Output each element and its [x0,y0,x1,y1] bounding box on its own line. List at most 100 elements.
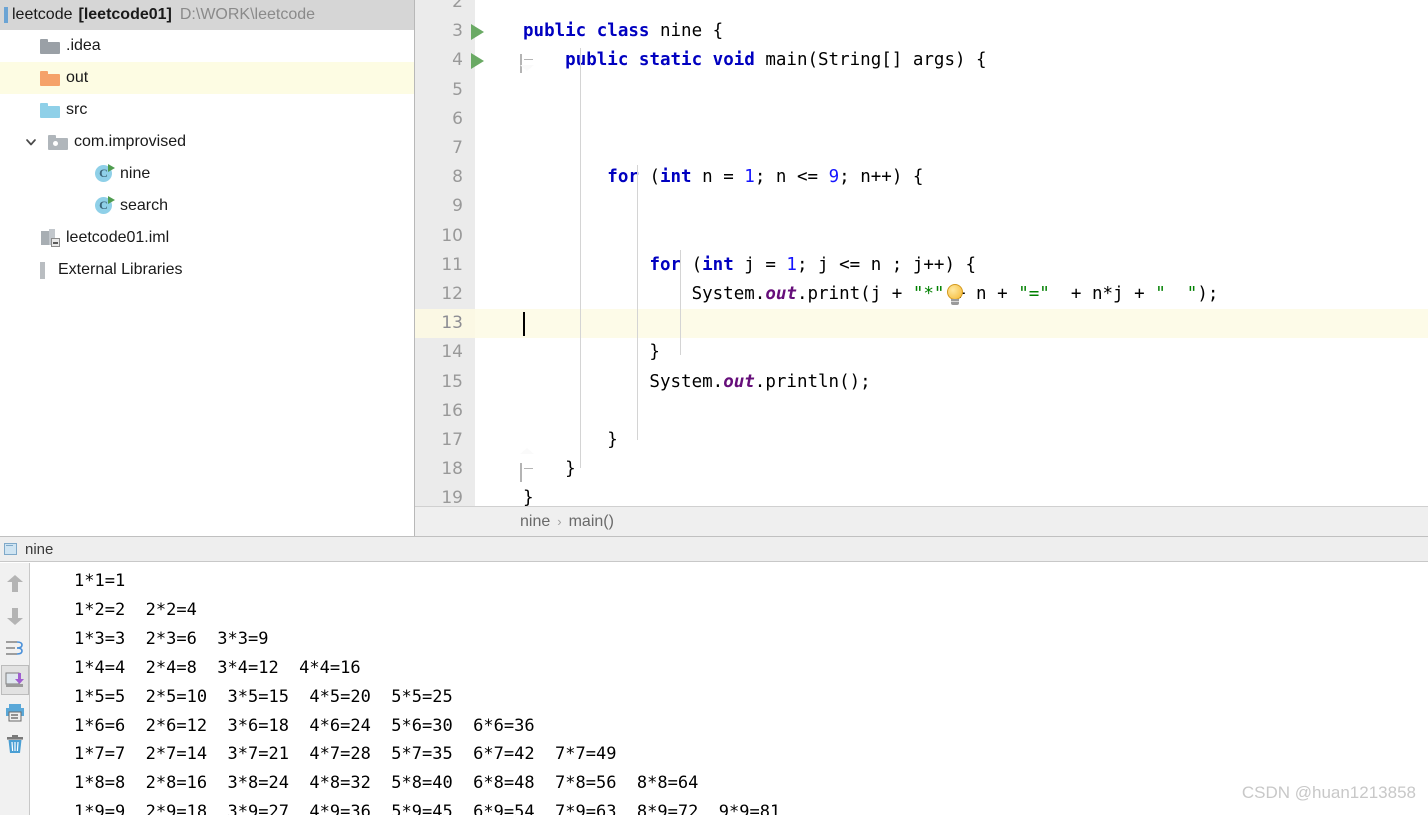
editor-line-16[interactable]: 16 [415,397,1428,426]
intention-bulb-icon[interactable] [945,283,965,306]
editor-line-4[interactable]: 4 public static void main(String[] args)… [415,46,1428,75]
project-tree[interactable]: .idea out src com.improvised Cnine Csearch lee… [0,30,414,286]
editor-line-5[interactable]: 5 [415,76,1428,105]
console-output-line: 1*6=6 2*6=12 3*6=18 4*6=24 5*6=30 6*6=36 [74,715,556,736]
code-token: int [702,254,734,275]
run-tool-window: nine 1*1=1 1*2=2 2*2=4 1*3=3 2*3=6 3*3=9… [0,536,1428,815]
line-number: 5 [452,79,463,100]
run-tab-label[interactable]: nine [25,541,53,558]
editor-line-11[interactable]: 11 for (int j = 1; j <= n ; j++) { [415,251,1428,280]
folder-package-icon [48,134,68,150]
code-token: 9 [828,167,840,188]
console-output-line: 1*5=5 2*5=10 3*5=15 4*5=20 5*5=25 [74,686,474,707]
line-code: for (int n = 1; n <= 9; n++) { [523,163,923,192]
editor-line-7[interactable]: 7 [415,134,1428,163]
editor-line-15[interactable]: 15 System.out.println(); [415,368,1428,397]
run-gutter-icon[interactable] [471,23,484,40]
console-output-line: 1*8=8 2*8=16 3*8=24 4*8=32 5*8=40 6*8=48… [74,773,719,794]
code-token: System. [523,284,766,304]
line-number: 11 [441,254,463,275]
code-fold-marker[interactable] [520,462,535,482]
code-token: main(String[] args) { [765,50,987,71]
code-fold-marker[interactable] [520,53,535,73]
line-number: 16 [441,400,463,421]
tree-item-com-improvised[interactable]: com.improvised [0,126,414,158]
tree-item-search[interactable]: Csearch [0,190,414,222]
soft-wrap-button[interactable] [1,633,29,663]
clear-all-button[interactable] [1,729,29,759]
tree-item-label: nine [120,165,151,182]
console-output-line: 1*9=9 2*9=18 3*9=27 4*9=36 5*9=45 6*9=54… [74,802,801,815]
tree-item-label: leetcode01.iml [66,229,170,246]
indent-guide [637,165,638,440]
project-accent-bar [4,7,8,23]
editor-line-6[interactable]: 6 [415,105,1428,134]
console-toolbar[interactable] [0,563,30,815]
editor-line-10[interactable]: 10 [415,222,1428,251]
tree-item-label: src [66,101,88,118]
code-token: "*" [912,284,945,304]
code-token: + n*j + [1049,284,1156,304]
run-gutter-icon[interactable] [471,52,484,69]
editor-line-12[interactable]: 12 System.out.print(j + "*" + n + "=" + … [415,280,1428,309]
breadcrumb-method[interactable]: main() [569,513,614,531]
code-token: j = [733,254,787,275]
code-token: nine { [659,21,724,42]
run-tab-bar[interactable]: nine [0,536,1428,562]
folder-blue-icon [40,102,60,118]
tree-item--idea[interactable]: .idea [0,30,414,62]
scroll-up-button[interactable] [1,569,29,599]
code-token: } [523,342,660,363]
tree-item-icon [36,229,64,247]
iml-file-icon [40,229,60,247]
scroll-down-button[interactable] [1,601,29,631]
editor-line-2[interactable]: 2 [415,0,1428,17]
editor-line-3[interactable]: 3 public class nine { [415,17,1428,46]
editor-line-13[interactable]: 13 [415,309,1428,339]
tree-item-icon [44,134,72,150]
editor-line-19[interactable]: 19} [415,484,1428,506]
console-output-line: 1*7=7 2*7=14 3*7=21 4*7=28 5*7=35 6*7=42… [74,744,637,765]
tree-item-nine[interactable]: Cnine [0,158,414,190]
scroll-to-end-button[interactable] [0,665,29,695]
tree-item-external-libraries[interactable]: External Libraries [0,254,414,286]
tree-item-src[interactable]: src [0,94,414,126]
tree-item-icon: C [90,164,118,184]
code-area[interactable]: 2 3 public class nine {4 public static voi… [415,0,1428,506]
editor-body[interactable]: 2 3 public class nine {4 public static voi… [415,0,1428,506]
line-number: 3 [452,21,463,42]
breadcrumb-class[interactable]: nine [520,513,550,531]
line-number: 12 [441,284,463,304]
tree-item-out[interactable]: out [0,62,414,94]
tree-item-label: External Libraries [58,261,183,278]
line-code: for (int j = 1; j <= n ; j++) { [523,251,976,280]
code-token: ( [681,254,703,275]
project-module-name: [leetcode01] [78,6,172,23]
breadcrumb[interactable]: nine › main() [415,506,1428,536]
editor-line-18[interactable]: 18 } [415,455,1428,484]
code-token: ; j <= n ; j++) { [796,254,977,275]
editor-line-9[interactable]: 9 [415,192,1428,221]
editor-line-8[interactable]: 8 for (int n = 1; n <= 9; n++) { [415,163,1428,192]
console-output-line: 1*1=1 [74,571,146,591]
tree-item-leetcode01-iml[interactable]: leetcode01.iml [0,222,414,254]
project-tool-window[interactable]: leetcode [leetcode01] D:\WORK\leetcode .… [0,0,415,536]
console-output[interactable]: 1*1=1 1*2=2 2*2=4 1*3=3 2*3=6 3*3=9 1*4=… [30,563,1428,815]
code-token: .print(j + [796,284,913,304]
folder-gray-icon [40,38,60,54]
editor-line-14[interactable]: 14 } [415,338,1428,367]
trash-icon [6,735,23,753]
indent-guide [580,48,581,468]
code-editor[interactable]: 2 3 public class nine {4 public static voi… [415,0,1428,536]
indent-guide [680,250,681,355]
print-button[interactable] [1,697,29,727]
line-number: 2 [452,0,463,12]
chevron-down-icon[interactable] [18,135,44,149]
line-code: } [523,484,534,506]
line-number: 9 [452,196,463,217]
console-body: 1*1=1 1*2=2 2*2=4 1*3=3 2*3=6 3*3=9 1*4=… [0,563,1428,815]
editor-line-17[interactable]: 17 } [415,426,1428,455]
console-output-line: 1*2=2 2*2=4 [74,599,218,620]
print-icon [5,703,24,721]
code-token: public static void [565,50,766,71]
